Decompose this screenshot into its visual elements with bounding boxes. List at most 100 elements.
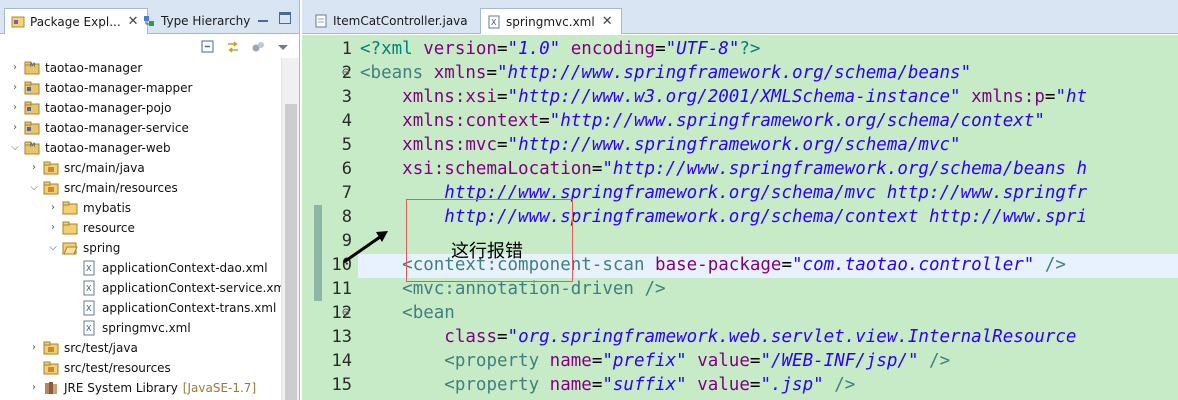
tree-item[interactable]: › mybatis [48, 198, 131, 218]
code-line[interactable]: <bean [360, 301, 455, 325]
line-number-gutter: 1 2 ⊖ 3 4 5 6 7 8 9 10 11 12 ⊖ 13 14 15 [302, 35, 358, 400]
code-line[interactable]: <property name="suffix" value=".jsp" /> [360, 373, 855, 397]
collapsed-chevron-icon[interactable]: › [10, 98, 20, 118]
xml-tag-token: /> [1044, 255, 1066, 275]
code-line[interactable]: xmlns:xsi="http://www.w3.org/2001/XMLSch… [360, 85, 1087, 109]
svg-text:X: X [86, 324, 92, 333]
code-line[interactable]: xsi:schemaLocation="http://www.springfra… [360, 157, 1087, 181]
tree-item[interactable]: XapplicationContext-service.xml [67, 278, 288, 298]
xml-value-token: "http://www.springframework.org/schema/b… [602, 159, 1088, 179]
tree-scrollbar[interactable] [281, 58, 299, 400]
xml-tag-token: <mvc:annotation-driven [402, 279, 645, 299]
tree-item-label: resource [83, 221, 135, 235]
fold-toggle-icon[interactable]: ⊖ [342, 305, 350, 320]
tab-itemcatcontroller[interactable]: ItemCatController.java [308, 8, 476, 34]
tab-label: springmvc.xml [506, 14, 595, 29]
plain-text-token [918, 351, 929, 371]
tree-item[interactable]: src/test/resources [29, 358, 171, 378]
scrollbar-thumb[interactable] [285, 104, 297, 400]
expanded-chevron-icon[interactable]: ⌵ [29, 178, 39, 198]
collapsed-chevron-icon[interactable]: › [29, 378, 39, 398]
maximize-icon[interactable] [279, 12, 291, 24]
type-hierarchy-icon [144, 16, 154, 26]
plain-text-token: = [539, 111, 550, 131]
xml-value-token: "ht [1055, 87, 1088, 107]
plain-text-token: = [496, 87, 508, 107]
xml-value-token: "http://www.springframework.org/schema/b… [497, 63, 972, 83]
close-icon[interactable]: ✕ [602, 9, 613, 35]
line-number: 11 [331, 279, 352, 299]
expanded-chevron-icon[interactable]: ⌵ [10, 138, 20, 158]
code-line[interactable]: xmlns:context="http://www.springframewor… [360, 109, 1045, 133]
plain-text-token: = [749, 375, 761, 395]
xml-tag-token: <property [444, 375, 550, 395]
tree-item[interactable]: › JRE System Library [JavaSE-1.7] [29, 378, 256, 398]
collapsed-chevron-icon[interactable]: › [10, 58, 20, 78]
tree-item-label: src/main/resources [64, 181, 178, 195]
link-with-editor-icon[interactable] [225, 39, 241, 55]
collapsed-chevron-icon[interactable]: › [10, 78, 20, 98]
code-line[interactable]: <?xml version="1.0" encoding="UTF-8"?> [360, 37, 760, 61]
fold-toggle-icon[interactable]: ⊖ [342, 65, 350, 80]
tree-item[interactable]: ⌵ Mtaotao-manager-web [10, 138, 170, 158]
collapsed-chevron-icon[interactable]: › [10, 118, 20, 138]
code-line[interactable]: xmlns:mvc="http://www.springframework.or… [360, 133, 960, 157]
plain-text-token: = [496, 39, 508, 59]
code-line[interactable]: class="org.springframework.web.servlet.v… [360, 325, 1076, 349]
explorer-toolbar [200, 36, 291, 58]
xml-value-token: "http://www.w3.org/2001/XMLSchema-instan… [507, 87, 961, 107]
plain-text-token [1034, 255, 1045, 275]
view-menu-icon[interactable] [275, 39, 291, 55]
expanded-chevron-icon[interactable]: ⌵ [48, 238, 58, 258]
tab-springmvc-xml[interactable]: X springmvc.xml ✕ [480, 8, 622, 34]
tree-item[interactable]: › Mtaotao-manager [10, 58, 142, 78]
collapsed-chevron-icon[interactable]: › [29, 338, 39, 358]
plain-text-token: = [591, 375, 603, 395]
line-number: 14 [331, 351, 352, 371]
tree-item[interactable]: › resource [48, 218, 135, 238]
code-line[interactable]: <property name="prefix" value="/WEB-INF/… [360, 349, 950, 373]
tree-item[interactable]: › src/test/java [29, 338, 138, 358]
xml-tag-token: /> [929, 351, 951, 371]
collapsed-chevron-icon[interactable]: › [29, 158, 39, 178]
tab-label: ItemCatController.java [333, 14, 468, 28]
collapse-all-icon[interactable] [200, 39, 216, 55]
focus-icon[interactable] [250, 39, 266, 55]
xml-attribute-token: name [549, 351, 592, 371]
tree-item-label: applicationContext-service.xml [102, 281, 289, 295]
tree-item[interactable]: › taotao-manager-mapper [10, 78, 192, 98]
collapsed-chevron-icon[interactable]: › [48, 198, 58, 218]
tree-item[interactable]: › src/main/java [29, 158, 145, 178]
xml-attribute-token: base-package [655, 255, 782, 275]
tab-type-hierarchy[interactable]: Type Hierarchy [136, 8, 258, 34]
plain-text-token [560, 39, 571, 59]
tree-item-label: src/main/java [64, 161, 145, 175]
tree-item-label: springmvc.xml [102, 321, 191, 335]
svg-text:M: M [30, 62, 35, 69]
xml-value-token: "1.0" [507, 39, 561, 59]
tab-package-explorer[interactable]: Package Expl... ✕ [4, 8, 148, 34]
tree-item[interactable]: › taotao-manager-service [10, 118, 189, 138]
code-line[interactable]: <beans xmlns="http://www.springframework… [360, 61, 971, 85]
tree-item[interactable]: XapplicationContext-dao.xml [67, 258, 268, 278]
tree-item[interactable]: Xspringmvc.xml [67, 318, 191, 338]
package-explorer-panel: Package Expl... ✕ Type Hierarchy › M tao… [0, 0, 300, 400]
tree-item-label: spring [83, 241, 121, 255]
source-folder-icon [43, 181, 59, 195]
xml-value-token: "prefix" [602, 351, 687, 371]
minimize-icon[interactable] [257, 14, 269, 26]
plain-text-token [360, 159, 402, 179]
tree-item-label: taotao-manager-mapper [45, 81, 193, 95]
tree-item[interactable]: ⌵ spring [48, 238, 120, 258]
xml-attribute-token: xmlns:p [971, 87, 1045, 107]
project-folder-icon [24, 121, 40, 135]
plain-text-token [360, 135, 402, 155]
tree-item[interactable]: › taotao-manager-pojo [10, 98, 172, 118]
xml-file-icon: X [83, 320, 95, 336]
collapsed-chevron-icon[interactable]: › [48, 218, 58, 238]
tree-item[interactable]: XapplicationContext-trans.xml [67, 298, 276, 318]
plain-text-token [360, 327, 444, 347]
tree-item[interactable]: ⌵ src/main/resources [29, 178, 178, 198]
